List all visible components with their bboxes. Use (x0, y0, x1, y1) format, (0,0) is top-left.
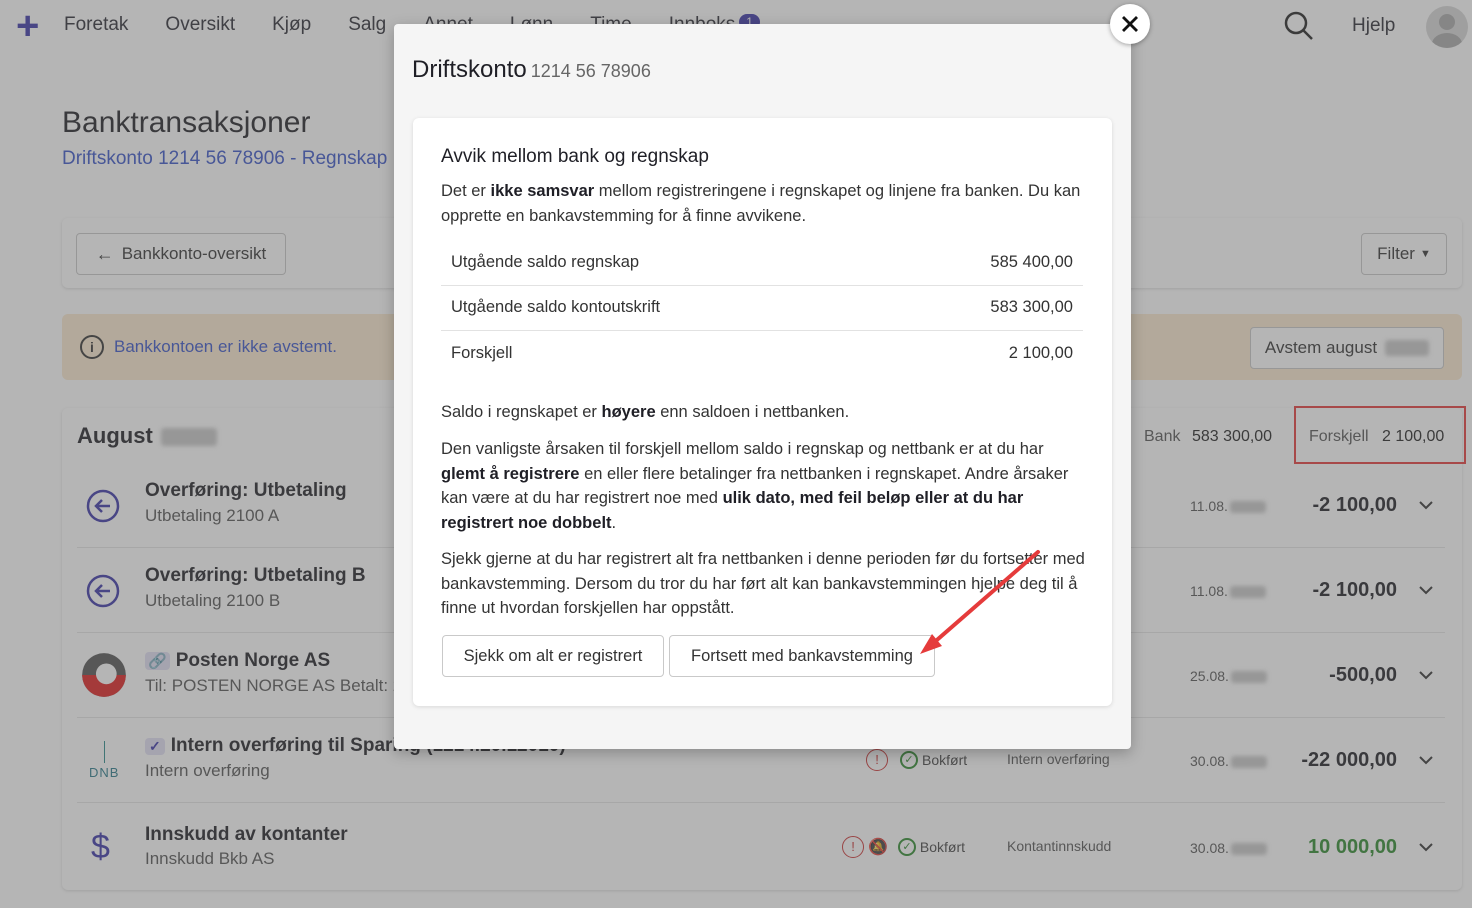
balance-value: 2 100,00 (1008, 344, 1073, 363)
continue-reconciliation-button[interactable]: Fortsett med bankavstemming (669, 635, 935, 677)
balance-label: Utgående saldo regnskap (451, 252, 640, 271)
close-modal-button[interactable] (1110, 4, 1150, 44)
balance-label: Utgående saldo kontoutskrift (451, 298, 661, 317)
modal-title: Driftskonto 1214 56 78906 (412, 56, 651, 84)
p2-text-a: Den vanligste årsaken til forskjell mell… (441, 440, 1044, 458)
intro-text-1: Det er (441, 182, 491, 200)
discrepancy-title: Avvik mellom bank og regnskap (441, 146, 709, 167)
p2-bold-1: glemt å registrere (441, 464, 580, 483)
higher-balance-text: Saldo i regnskapet er høyere enn saldoen… (441, 400, 1086, 425)
balance-label: Forskjell (451, 344, 513, 363)
balance-row: Forskjell 2 100,00 (441, 331, 1083, 377)
balance-row: Utgående saldo kontoutskrift 583 300,00 (441, 286, 1083, 331)
balance-value: 585 400,00 (990, 252, 1073, 271)
p2-text-c: . (611, 513, 617, 532)
common-cause-text: Den vanligste årsaken til forskjell mell… (441, 437, 1086, 535)
p1-text-b: enn saldoen i nettbanken. (655, 403, 850, 421)
balance-value: 583 300,00 (990, 298, 1073, 317)
modal-account-number: 1214 56 78906 (530, 61, 651, 81)
balance-row: Utgående saldo regnskap 585 400,00 (441, 240, 1083, 286)
p1-bold: høyere (601, 403, 656, 421)
annotation-arrow (920, 550, 1040, 654)
intro-bold: ikke samsvar (490, 182, 595, 200)
discrepancy-intro: Det er ikke samsvar mellom registreringe… (441, 179, 1086, 228)
p1-text-a: Saldo i regnskapet er (441, 403, 602, 421)
modal-title-text: Driftskonto (412, 56, 527, 83)
check-registered-button[interactable]: Sjekk om alt er registrert (442, 635, 664, 677)
balance-table: Utgående saldo regnskap 585 400,00 Utgåen… (441, 240, 1083, 377)
close-icon (1122, 16, 1138, 32)
